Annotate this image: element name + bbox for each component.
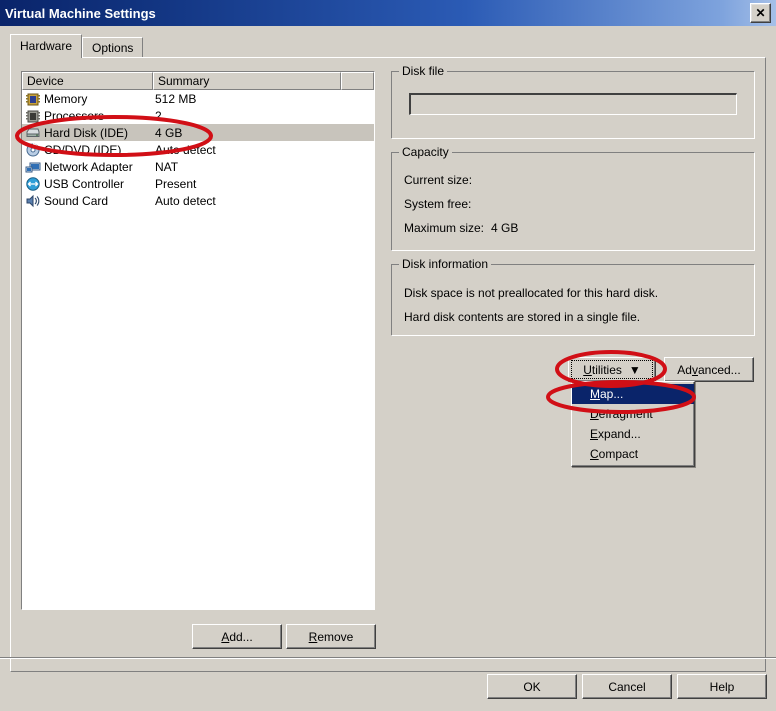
device-name-cell: Network Adapter bbox=[25, 159, 153, 175]
processor-icon bbox=[25, 108, 41, 124]
utilities-dropdown-menu[interactable]: Map... Defragment Expand... Compact bbox=[571, 381, 695, 467]
virtual-machine-settings-dialog: Virtual Machine Settings ✕ Hardware Opti… bbox=[0, 0, 776, 711]
device-summary-cell: 4 GB bbox=[155, 126, 182, 140]
device-name-cell: CD/DVD (IDE) bbox=[25, 142, 153, 158]
device-name-label: Processors bbox=[44, 109, 104, 123]
footer-separator bbox=[0, 657, 776, 659]
ok-button-label: OK bbox=[523, 680, 540, 694]
device-name-label: Sound Card bbox=[44, 194, 108, 208]
disk-file-group-title: Disk file bbox=[399, 64, 447, 78]
disk-information-group: Disk information bbox=[391, 264, 755, 336]
device-name-label: CD/DVD (IDE) bbox=[44, 143, 121, 157]
table-row[interactable]: Sound Card Auto detect bbox=[22, 192, 374, 209]
maximum-size-value: 4 GB bbox=[491, 221, 518, 235]
column-header-extra[interactable] bbox=[341, 72, 374, 90]
cancel-button[interactable]: Cancel bbox=[582, 674, 672, 699]
disk-information-line-2: Hard disk contents are stored in a singl… bbox=[404, 310, 640, 324]
column-header-summary[interactable]: Summary bbox=[153, 72, 341, 90]
column-header-device[interactable]: Device bbox=[22, 72, 153, 90]
device-name-label: Network Adapter bbox=[44, 160, 133, 174]
device-name-cell: Sound Card bbox=[25, 193, 153, 209]
menu-item-map[interactable]: Map... bbox=[572, 384, 694, 404]
title-bar: Virtual Machine Settings ✕ bbox=[0, 0, 776, 27]
tab-options[interactable]: Options bbox=[82, 37, 143, 58]
remove-button[interactable]: Remove bbox=[286, 624, 376, 649]
menu-item-compact[interactable]: Compact bbox=[572, 444, 694, 464]
help-button-label: Help bbox=[710, 680, 735, 694]
network-adapter-icon bbox=[25, 159, 41, 175]
device-list[interactable]: Device Summary bbox=[21, 71, 375, 610]
menu-item-expand[interactable]: Expand... bbox=[572, 424, 694, 444]
device-name-cell: Memory bbox=[25, 91, 153, 107]
maximum-size-label: Maximum size: bbox=[404, 221, 484, 235]
device-summary-cell: NAT bbox=[155, 160, 178, 174]
close-icon[interactable]: ✕ bbox=[750, 3, 771, 23]
memory-icon bbox=[25, 91, 41, 107]
device-list-header: Device Summary bbox=[22, 72, 374, 90]
system-free-label: System free: bbox=[404, 197, 471, 211]
utilities-button-label: Utilities▼ bbox=[583, 363, 641, 377]
device-summary-cell: Auto detect bbox=[155, 143, 216, 157]
device-name-label: Memory bbox=[44, 92, 87, 106]
tab-hardware-label: Hardware bbox=[20, 39, 72, 53]
advanced-button-label: Advanced... bbox=[677, 363, 740, 377]
disk-information-group-title: Disk information bbox=[399, 257, 491, 271]
hard-disk-icon bbox=[25, 125, 41, 141]
device-name-cell: Hard Disk (IDE) bbox=[25, 125, 153, 141]
device-summary-cell: Present bbox=[155, 177, 196, 191]
device-summary-cell: 512 MB bbox=[155, 92, 196, 106]
usb-controller-icon bbox=[25, 176, 41, 192]
table-row[interactable]: Network Adapter NAT bbox=[22, 158, 374, 175]
device-list-rows: Memory 512 MB bbox=[22, 90, 374, 209]
sound-card-icon bbox=[25, 193, 41, 209]
device-summary-cell: Auto detect bbox=[155, 194, 216, 208]
chevron-down-icon: ▼ bbox=[629, 363, 641, 377]
table-row[interactable]: Processors 2 bbox=[22, 107, 374, 124]
tab-options-label: Options bbox=[92, 41, 133, 55]
advanced-button[interactable]: Advanced... bbox=[664, 357, 754, 382]
device-name-label: Hard Disk (IDE) bbox=[44, 126, 128, 140]
utilities-button[interactable]: Utilities▼ bbox=[568, 357, 656, 382]
disk-information-line-1: Disk space is not preallocated for this … bbox=[404, 286, 658, 300]
cd-dvd-icon bbox=[25, 142, 41, 158]
table-row[interactable]: USB Controller Present bbox=[22, 175, 374, 192]
remove-button-label: Remove bbox=[309, 630, 354, 644]
help-button[interactable]: Help bbox=[677, 674, 767, 699]
capacity-group-title: Capacity bbox=[399, 145, 452, 159]
window-title: Virtual Machine Settings bbox=[5, 6, 156, 21]
device-name-cell: Processors bbox=[25, 108, 153, 124]
menu-item-defragment[interactable]: Defragment bbox=[572, 404, 694, 424]
cancel-button-label: Cancel bbox=[608, 680, 645, 694]
device-summary-cell: 2 bbox=[155, 109, 162, 123]
tab-strip: Hardware Options bbox=[10, 35, 143, 58]
device-name-cell: USB Controller bbox=[25, 176, 153, 192]
table-row[interactable]: Hard Disk (IDE) 4 GB bbox=[22, 124, 374, 141]
current-size-label: Current size: bbox=[404, 173, 472, 187]
device-name-label: USB Controller bbox=[44, 177, 124, 191]
table-row[interactable]: Memory 512 MB bbox=[22, 90, 374, 107]
table-row[interactable]: CD/DVD (IDE) Auto detect bbox=[22, 141, 374, 158]
tab-hardware[interactable]: Hardware bbox=[10, 34, 82, 58]
ok-button[interactable]: OK bbox=[487, 674, 577, 699]
disk-file-input[interactable] bbox=[409, 93, 737, 115]
